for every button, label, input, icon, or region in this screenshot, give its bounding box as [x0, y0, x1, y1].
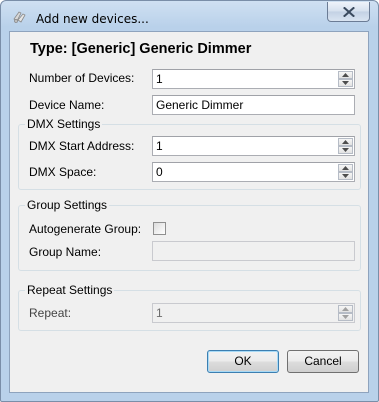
- device-name-value: Generic Dimmer: [156, 98, 244, 112]
- repeat-down-button[interactable]: [338, 313, 353, 321]
- arrow-up-icon: [342, 73, 349, 77]
- repeat-settings-title: Repeat Settings: [25, 283, 115, 297]
- group-settings-group: Group Settings: [18, 198, 361, 271]
- dmx-space-spinner[interactable]: [338, 164, 353, 180]
- autogenerate-group-checkbox[interactable]: [153, 222, 166, 235]
- group-name-label: Group Name:: [29, 245, 102, 259]
- repeat-input[interactable]: 1: [152, 303, 355, 323]
- dmx-space-input[interactable]: 0: [152, 162, 355, 182]
- close-button[interactable]: [327, 2, 370, 22]
- arrow-up-icon: [342, 166, 349, 170]
- autogenerate-group-label: Autogenerate Group:: [29, 222, 142, 236]
- number-of-devices-up-button[interactable]: [338, 71, 353, 79]
- arrow-up-icon: [342, 307, 349, 311]
- repeat-up-button[interactable]: [338, 305, 353, 313]
- dialog-client-area: Type: [Generic] Generic Dimmer Number of…: [9, 31, 369, 393]
- dmx-start-address-spinner[interactable]: [338, 138, 353, 154]
- window-title: Add new devices...: [36, 12, 149, 26]
- dmx-space-down-button[interactable]: [338, 172, 353, 180]
- dmx-start-address-value: 1: [156, 139, 163, 153]
- arrow-down-icon: [342, 148, 349, 152]
- arrow-down-icon: [342, 81, 349, 85]
- dialog-window: Add new devices... Type: [Generic] Gener…: [0, 0, 379, 402]
- cancel-button[interactable]: Cancel: [287, 350, 359, 373]
- arrow-up-icon: [342, 140, 349, 144]
- dmx-start-address-up-button[interactable]: [338, 138, 353, 146]
- repeat-spinner[interactable]: [338, 305, 353, 321]
- title-bar[interactable]: Add new devices...: [1, 1, 378, 31]
- arrow-down-icon: [342, 174, 349, 178]
- device-name-input[interactable]: Generic Dimmer: [152, 95, 355, 115]
- arrow-down-icon: [342, 315, 349, 319]
- number-of-devices-down-button[interactable]: [338, 79, 353, 87]
- dmx-space-up-button[interactable]: [338, 164, 353, 172]
- number-of-devices-input[interactable]: 1: [152, 69, 355, 89]
- dmx-start-address-down-button[interactable]: [338, 146, 353, 154]
- number-of-devices-label: Number of Devices:: [29, 71, 135, 85]
- device-type-heading: Type: [Generic] Generic Dimmer: [30, 41, 252, 57]
- ok-button[interactable]: OK: [207, 350, 279, 373]
- dmx-start-address-input[interactable]: 1: [152, 136, 355, 156]
- close-icon: [342, 6, 355, 17]
- number-of-devices-value: 1: [156, 72, 163, 86]
- group-name-input[interactable]: [152, 241, 355, 261]
- devices-app-icon: [13, 11, 26, 23]
- dmx-space-label: DMX Space:: [29, 165, 97, 179]
- number-of-devices-spinner[interactable]: [338, 71, 353, 87]
- device-name-label: Device Name:: [29, 98, 105, 112]
- dmx-start-address-label: DMX Start Address:: [29, 139, 135, 153]
- repeat-value: 1: [156, 306, 163, 320]
- dmx-settings-title: DMX Settings: [25, 117, 103, 131]
- repeat-label: Repeat:: [29, 306, 72, 320]
- dmx-space-value: 0: [156, 165, 163, 179]
- group-settings-title: Group Settings: [25, 198, 110, 212]
